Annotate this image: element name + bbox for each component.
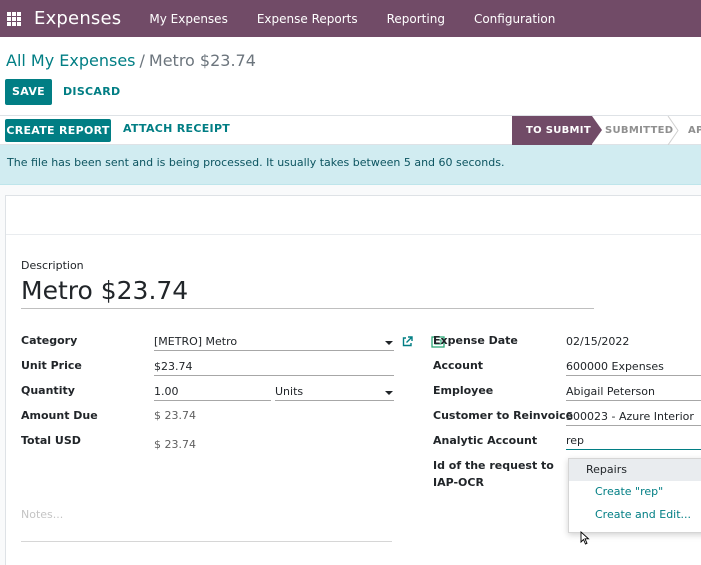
category-label: Category <box>21 334 78 347</box>
autocomplete-create-edit-option[interactable]: Create and Edit... <box>569 504 701 526</box>
unit-price-field[interactable]: $23.74 <box>154 358 394 376</box>
analytic-account-label: Analytic Account <box>433 434 538 447</box>
processing-alert: The file has been sent and is being proc… <box>0 145 701 185</box>
customer-reinvoice-field[interactable]: S00023 - Azure Interior <box>566 408 701 426</box>
employee-label: Employee <box>433 384 494 397</box>
description-input[interactable]: Metro $23.74 <box>21 276 594 309</box>
customer-reinvoice-label: Customer to Reinvoice <box>433 409 574 422</box>
unit-price-label: Unit Price <box>21 359 82 372</box>
breadcrumb-parent[interactable]: All My Expenses <box>6 51 136 70</box>
breadcrumb-current: Metro $23.74 <box>148 51 256 70</box>
employee-field[interactable]: Abigail Peterson <box>566 383 701 401</box>
sheet-divider <box>6 234 701 235</box>
breadcrumb: All My Expenses / Metro $23.74 <box>6 51 256 70</box>
app-brand[interactable]: Expenses <box>34 8 121 29</box>
discard-button[interactable]: DISCARD <box>63 79 120 105</box>
account-label: Account <box>433 359 484 372</box>
form-statusbar: CREATE REPORT ATTACH RECEIPT TO SUBMIT S… <box>0 116 701 145</box>
analytic-autocomplete-dropdown: Repairs Create "rep" Create and Edit... <box>568 458 701 533</box>
amount-due-value: $ 23.74 <box>154 409 196 422</box>
iap-ocr-label-line2: IAP-OCR <box>433 476 484 489</box>
top-navbar: Expenses My Expenses Expense Reports Rep… <box>0 0 701 37</box>
breadcrumb-separator: / <box>139 51 145 70</box>
category-dropdown-caret-icon[interactable] <box>385 341 393 345</box>
form-sheet: Description Metro $23.74 Category [METRO… <box>5 195 701 565</box>
nav-my-expenses[interactable]: My Expenses <box>149 12 227 26</box>
expense-date-field[interactable]: 02/15/2022 <box>566 333 701 351</box>
external-link-icon[interactable] <box>402 336 413 347</box>
description-label: Description <box>21 259 84 272</box>
total-value: $ 23.74 <box>154 438 196 451</box>
uom-field[interactable]: Units <box>275 383 394 401</box>
category-field[interactable]: [METRO] Metro <box>154 333 394 351</box>
mouse-cursor-icon <box>580 531 590 545</box>
autocomplete-option-repairs[interactable]: Repairs <box>569 459 701 481</box>
stage-to-submit: TO SUBMIT <box>512 116 602 145</box>
account-field[interactable]: 600000 Expenses <box>566 358 701 376</box>
attach-receipt-button[interactable]: ATTACH RECEIPT <box>123 116 230 142</box>
apps-grid-icon[interactable] <box>7 11 21 26</box>
create-report-button[interactable]: CREATE REPORT <box>5 119 111 142</box>
control-panel: All My Expenses / Metro $23.74 SAVE DISCAR… <box>0 37 701 116</box>
nav-configuration[interactable]: Configuration <box>474 12 555 26</box>
stage-submitted: SUBMITTED <box>605 125 674 136</box>
expense-date-label: Expense Date <box>433 334 518 347</box>
save-button[interactable]: SAVE <box>5 79 52 105</box>
quantity-field[interactable]: 1.00 <box>154 383 271 401</box>
nav-reporting[interactable]: Reporting <box>387 12 445 26</box>
total-label: Total USD <box>21 434 81 447</box>
analytic-account-input[interactable]: rep <box>566 432 701 450</box>
quantity-label: Quantity <box>21 384 75 397</box>
amount-due-label: Amount Due <box>21 409 98 422</box>
autocomplete-create-option[interactable]: Create "rep" <box>569 481 701 503</box>
uom-dropdown-caret-icon[interactable] <box>385 391 393 395</box>
notes-field[interactable]: Notes... <box>21 508 392 542</box>
iap-ocr-label-line1: Id of the request to <box>433 459 554 472</box>
nav-expense-reports[interactable]: Expense Reports <box>257 12 358 26</box>
stage-approved: AP <box>688 125 701 136</box>
